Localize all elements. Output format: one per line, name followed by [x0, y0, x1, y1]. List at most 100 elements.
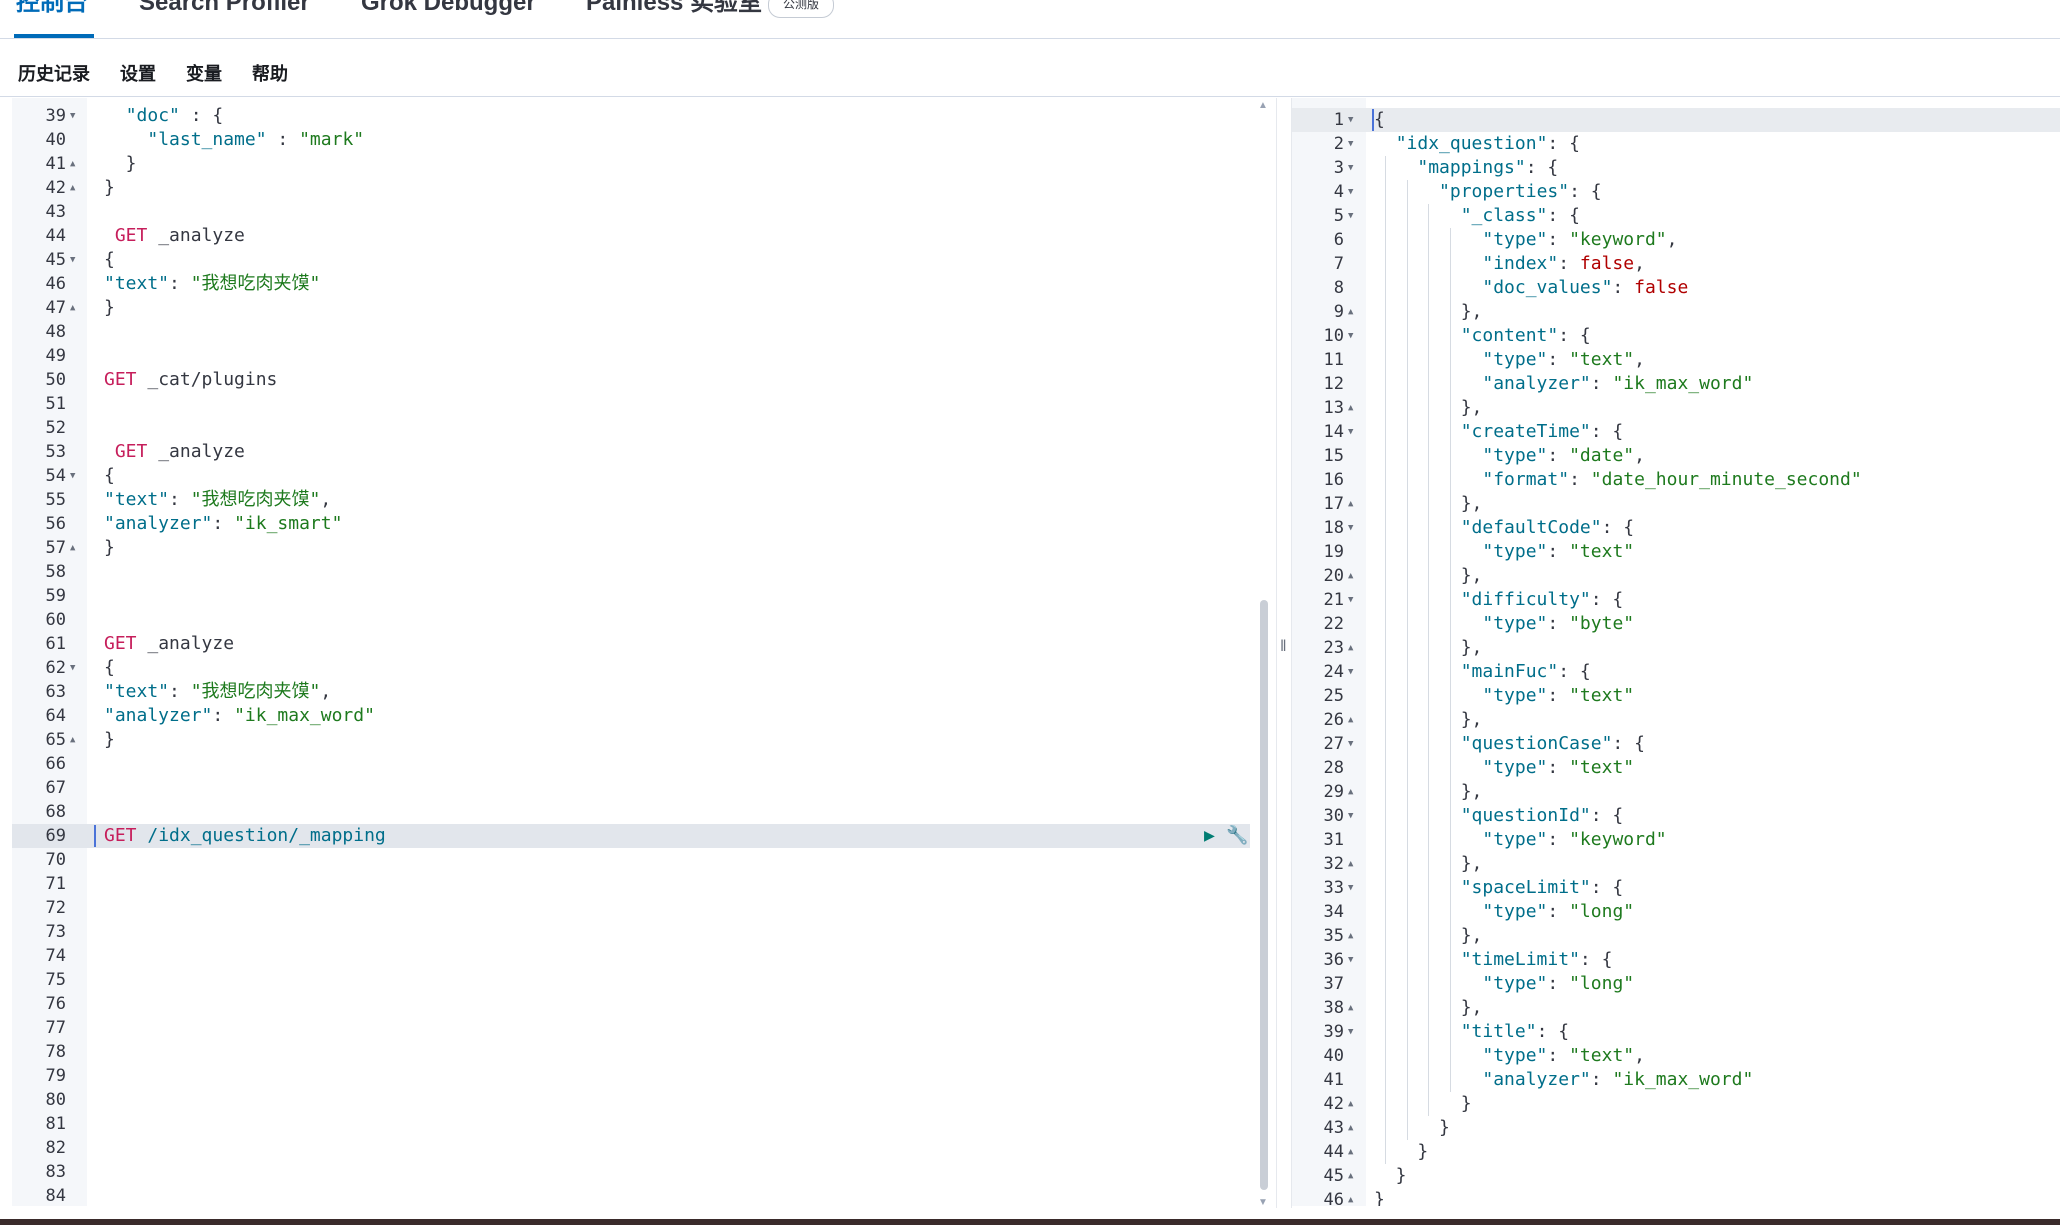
request-line[interactable]: 84 [12, 1184, 1262, 1206]
request-line[interactable]: 63 "text": "我想吃肉夹馍", [12, 680, 1262, 704]
response-line[interactable]: 2 ▼ "idx_question": { [1292, 132, 2060, 156]
request-line[interactable]: 67 [12, 776, 1262, 800]
fold-expand-icon[interactable]: ▲ [1348, 564, 1353, 588]
request-line[interactable]: 78 [12, 1040, 1262, 1064]
request-line[interactable]: 39 ▼ "doc" : { [12, 104, 1262, 128]
fold-collapse-icon[interactable]: ▼ [1348, 204, 1353, 228]
request-line[interactable]: 61 GET _analyze [12, 632, 1262, 656]
request-line[interactable]: 83 [12, 1160, 1262, 1184]
fold-expand-icon[interactable]: ▲ [1348, 492, 1353, 516]
request-line[interactable]: 71 [12, 872, 1262, 896]
request-line[interactable]: 75 [12, 968, 1262, 992]
menu-help[interactable]: 帮助 [252, 60, 288, 88]
play-icon[interactable]: ▶ [1204, 824, 1215, 848]
request-line[interactable]: 54 ▼ { [12, 464, 1262, 488]
request-line[interactable]: 74 [12, 944, 1262, 968]
request-line[interactable]: 66 [12, 752, 1262, 776]
fold-expand-icon[interactable]: ▲ [1348, 852, 1353, 876]
response-line[interactable]: 1 ▼ { [1292, 108, 2060, 132]
request-line[interactable]: 81 [12, 1112, 1262, 1136]
request-line[interactable]: 56 "analyzer": "ik_smart" [12, 512, 1262, 536]
request-line[interactable]: 51 [12, 392, 1262, 416]
request-line[interactable]: 45 ▼ { [12, 248, 1262, 272]
request-line[interactable]: 79 [12, 1064, 1262, 1088]
request-line[interactable]: 72 [12, 896, 1262, 920]
fold-expand-icon[interactable]: ▲ [1348, 996, 1353, 1020]
menu-variables[interactable]: 变量 [186, 60, 222, 88]
request-line[interactable]: 69 GET /idx_question/_mapping [12, 824, 1262, 848]
request-line[interactable]: 55 "text": "我想吃肉夹馍", [12, 488, 1262, 512]
scroll-up-arrow-icon[interactable]: ▲ [1258, 100, 1268, 111]
request-line[interactable]: 73 [12, 920, 1262, 944]
request-line[interactable]: 82 [12, 1136, 1262, 1160]
menu-history[interactable]: 历史记录 [18, 60, 90, 88]
fold-collapse-icon[interactable]: ▼ [1348, 1020, 1353, 1044]
request-line[interactable]: 77 [12, 1016, 1262, 1040]
tab-console[interactable]: 控制台 [16, 0, 88, 18]
request-line[interactable]: 58 [12, 560, 1262, 584]
fold-expand-icon[interactable]: ▲ [1348, 1188, 1353, 1206]
request-line[interactable]: 53 GET _analyze [12, 440, 1262, 464]
scroll-thumb[interactable] [1260, 600, 1268, 1190]
pane-splitter[interactable]: ‖ [1276, 98, 1292, 1208]
fold-collapse-icon[interactable]: ▼ [1348, 156, 1353, 180]
request-line[interactable]: 41 ▲ } [12, 152, 1262, 176]
request-line[interactable]: 80 [12, 1088, 1262, 1112]
request-line[interactable]: 70 [12, 848, 1262, 872]
fold-collapse-icon[interactable]: ▼ [70, 248, 75, 272]
tab-grok-debugger[interactable]: Grok Debugger [361, 0, 536, 18]
fold-expand-icon[interactable]: ▲ [1348, 300, 1353, 324]
fold-collapse-icon[interactable]: ▼ [70, 104, 75, 128]
response-line[interactable]: 44 ▲ } [1292, 1140, 2060, 1164]
request-line[interactable]: 62 ▼ { [12, 656, 1262, 680]
fold-expand-icon[interactable]: ▲ [1348, 1092, 1353, 1116]
fold-collapse-icon[interactable]: ▼ [1348, 420, 1353, 444]
request-line[interactable]: 60 [12, 608, 1262, 632]
request-line[interactable]: 52 [12, 416, 1262, 440]
response-line[interactable]: 45 ▲ } [1292, 1164, 2060, 1188]
request-line[interactable]: 57 ▲} [12, 536, 1262, 560]
request-line[interactable]: 44 GET _analyze [12, 224, 1262, 248]
tab-painless-lab[interactable]: Painless 实验室 [586, 0, 762, 18]
fold-expand-icon[interactable]: ▲ [1348, 1116, 1353, 1140]
request-line[interactable]: 65 ▲} [12, 728, 1262, 752]
fold-expand-icon[interactable]: ▲ [1348, 924, 1353, 948]
fold-collapse-icon[interactable]: ▼ [1348, 324, 1353, 348]
scroll-down-arrow-icon[interactable]: ▼ [1258, 1197, 1268, 1208]
request-line[interactable]: 47 ▲} [12, 296, 1262, 320]
request-line[interactable]: 48 [12, 320, 1262, 344]
fold-collapse-icon[interactable]: ▼ [1348, 132, 1353, 156]
request-line[interactable]: 59 [12, 584, 1262, 608]
fold-collapse-icon[interactable]: ▼ [70, 464, 75, 488]
request-editor[interactable]: 39 ▼ "doc" : {40 "last_name" : "mark" 41 ▲ … [12, 98, 1262, 1206]
fold-expand-icon[interactable]: ▲ [1348, 396, 1353, 420]
fold-collapse-icon[interactable]: ▼ [1348, 876, 1353, 900]
fold-expand-icon[interactable]: ▲ [1348, 780, 1353, 804]
fold-collapse-icon[interactable]: ▼ [1348, 516, 1353, 540]
fold-collapse-icon[interactable]: ▼ [1348, 804, 1353, 828]
fold-collapse-icon[interactable]: ▼ [1348, 732, 1353, 756]
response-viewer[interactable]: 1 ▼{2 ▼ "idx_question": {3 ▼ "mappings": {4… [1292, 98, 2060, 1206]
request-line[interactable]: 46 "text": "我想吃肉夹馍" [12, 272, 1262, 296]
fold-expand-icon[interactable]: ▲ [1348, 708, 1353, 732]
tab-search-profiler[interactable]: Search Profiler [139, 0, 310, 18]
fold-expand-icon[interactable]: ▲ [70, 296, 75, 320]
request-line[interactable]: 42 ▲} [12, 176, 1262, 200]
fold-collapse-icon[interactable]: ▼ [1348, 180, 1353, 204]
menu-settings[interactable]: 设置 [120, 60, 156, 88]
fold-expand-icon[interactable]: ▲ [1348, 1164, 1353, 1188]
fold-collapse-icon[interactable]: ▼ [1348, 108, 1353, 132]
fold-expand-icon[interactable]: ▲ [1348, 1140, 1353, 1164]
request-line[interactable]: 50 GET _cat/plugins [12, 368, 1262, 392]
request-line[interactable]: 49 [12, 344, 1262, 368]
request-line[interactable]: 43 [12, 200, 1262, 224]
fold-expand-icon[interactable]: ▲ [70, 536, 75, 560]
fold-collapse-icon[interactable]: ▼ [1348, 948, 1353, 972]
request-line[interactable]: 76 [12, 992, 1262, 1016]
fold-expand-icon[interactable]: ▲ [1348, 636, 1353, 660]
request-line[interactable]: 40 "last_name" : "mark" [12, 128, 1262, 152]
fold-expand-icon[interactable]: ▲ [70, 728, 75, 752]
resize-handle-icon[interactable]: ‖ [1280, 638, 1287, 656]
response-line[interactable]: 46 ▲} [1292, 1188, 2060, 1206]
fold-collapse-icon[interactable]: ▼ [1348, 660, 1353, 684]
